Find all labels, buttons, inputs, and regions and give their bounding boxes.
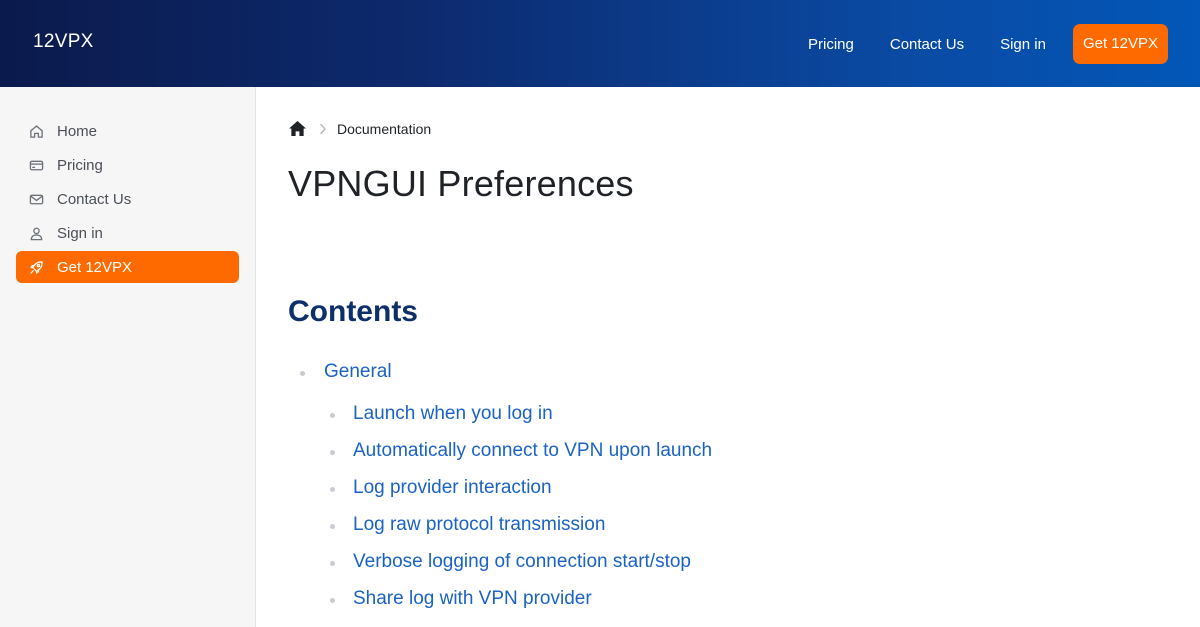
toc-link[interactable]: Automatically connect to VPN upon launch	[353, 440, 712, 461]
toc-item: Share log with VPN provider	[288, 588, 712, 625]
sidebar-item-home[interactable]: Home	[16, 115, 239, 147]
sidebar-item-label: Pricing	[57, 156, 103, 174]
bullet-icon	[330, 561, 335, 566]
sidebar-item-contact[interactable]: Contact Us	[16, 183, 239, 215]
toc-section: General	[288, 361, 712, 391]
breadcrumb-current: Documentation	[337, 120, 432, 137]
chevron-right-icon	[319, 123, 327, 135]
main-content: Documentation VPNGUI Preferences Content…	[288, 87, 1168, 627]
mail-icon	[28, 191, 45, 208]
toc-spacer	[288, 391, 712, 403]
nav-pricing-link[interactable]: Pricing	[808, 36, 854, 53]
toc-link-general[interactable]: General	[324, 361, 392, 382]
toc-link[interactable]: Launch when you log in	[353, 403, 553, 424]
top-nav: Pricing Contact Us Sign in Get 12VPX	[772, 24, 1168, 64]
get-12vpx-button[interactable]: Get 12VPX	[1072, 24, 1168, 64]
brand-logo-link[interactable]: 12VPX	[33, 31, 94, 53]
sidebar-item-label: Home	[57, 122, 98, 140]
nav-contact-link[interactable]: Contact Us	[890, 36, 964, 53]
home-icon	[28, 123, 45, 140]
top-navbar: 12VPX Pricing Contact Us Sign in Get 12V…	[0, 0, 1200, 87]
sidebar-item-label: Contact Us	[57, 190, 132, 208]
toc-item: Log provider interaction	[288, 477, 712, 514]
breadcrumb-home-link[interactable]	[288, 120, 307, 137]
sidebar-item-signin[interactable]: Sign in	[16, 217, 239, 249]
sidebar-item-label: Sign in	[57, 224, 103, 242]
bullet-icon	[330, 487, 335, 492]
toc-item: Log raw protocol transmission	[288, 514, 712, 551]
table-of-contents: General Launch when you log in Automatic…	[288, 361, 712, 625]
bullet-icon	[330, 598, 335, 603]
toc-item: Verbose logging of connection start/stop	[288, 551, 712, 588]
bullet-icon	[330, 450, 335, 455]
toc-link[interactable]: Verbose logging of connection start/stop	[353, 551, 691, 572]
sidebar: Home Pricing Contact Us Sign in Get 12VP…	[0, 87, 256, 627]
page-title: VPNGUI Preferences	[288, 163, 634, 204]
sidebar-item-label: Get 12VPX	[57, 258, 133, 276]
toc-link[interactable]: Log raw protocol transmission	[353, 514, 605, 535]
sidebar-item-pricing[interactable]: Pricing	[16, 149, 239, 181]
bullet-icon	[300, 371, 305, 376]
home-icon	[288, 120, 307, 137]
user-icon	[28, 225, 45, 242]
toc-link[interactable]: Log provider interaction	[353, 477, 552, 498]
toc-link[interactable]: Share log with VPN provider	[353, 588, 592, 609]
sidebar-item-get-12vpx[interactable]: Get 12VPX	[16, 251, 239, 283]
breadcrumb: Documentation	[288, 120, 431, 137]
rocket-icon	[28, 259, 45, 276]
credit-card-icon	[28, 157, 45, 174]
bullet-icon	[330, 524, 335, 529]
bullet-icon	[330, 413, 335, 418]
contents-heading: Contents	[288, 295, 418, 328]
toc-item: Automatically connect to VPN upon launch	[288, 440, 712, 477]
toc-item: Launch when you log in	[288, 403, 712, 440]
nav-signin-link[interactable]: Sign in	[1000, 36, 1046, 53]
